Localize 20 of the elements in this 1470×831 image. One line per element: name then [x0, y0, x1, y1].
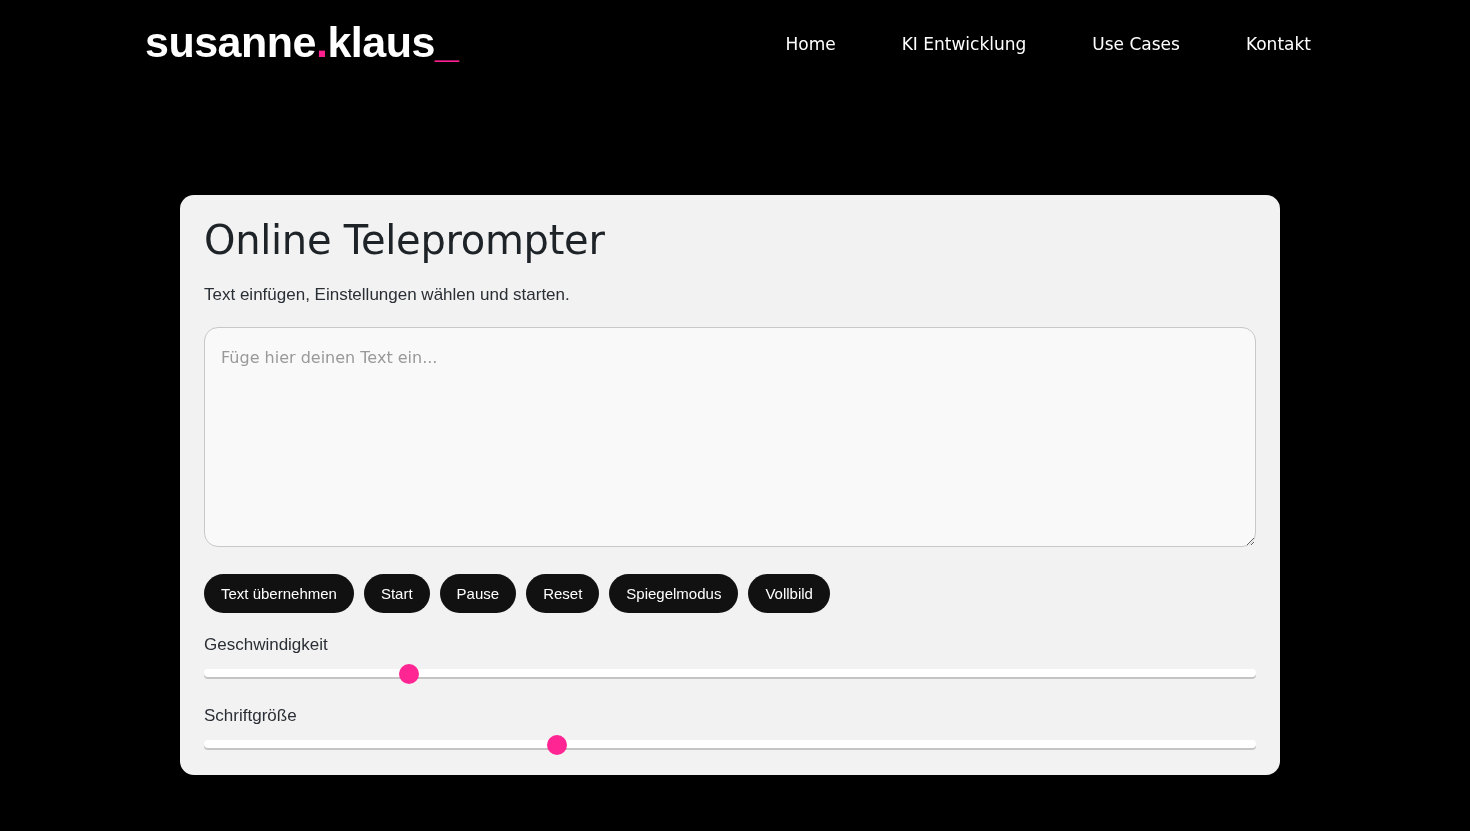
- slider-track[interactable]: [204, 664, 1256, 684]
- nav-link[interactable]: Kontakt: [1245, 34, 1311, 54]
- slider-label: Geschwindigkeit: [204, 635, 329, 655]
- slider-thumb[interactable]: [399, 664, 420, 684]
- action-button[interactable]: Pause: [439, 574, 517, 613]
- nav-link[interactable]: KI Entwicklung: [901, 34, 1027, 54]
- action-button[interactable]: Reset: [526, 574, 600, 613]
- slider-thumb[interactable]: [547, 735, 568, 755]
- action-button[interactable]: Text übernehmen: [204, 574, 354, 613]
- action-button[interactable]: Start: [363, 574, 430, 613]
- slider-track[interactable]: [204, 735, 1256, 755]
- action-button[interactable]: Spiegelmodus: [609, 574, 739, 613]
- text-input-field[interactable]: Füge hier deinen Text ein...: [204, 327, 1256, 547]
- instructions-text: Text einfügen, Einstellungen wählen und starten.: [204, 285, 571, 305]
- nav-link[interactable]: Use Cases: [1092, 34, 1180, 54]
- page-title: Online Teleprompter: [204, 217, 606, 263]
- site-logo[interactable]: susanne.klaus_: [145, 17, 459, 71]
- action-button[interactable]: Vollbild: [748, 574, 830, 613]
- slider-label: Schriftgröße: [204, 706, 298, 726]
- nav-link[interactable]: Home: [785, 34, 836, 54]
